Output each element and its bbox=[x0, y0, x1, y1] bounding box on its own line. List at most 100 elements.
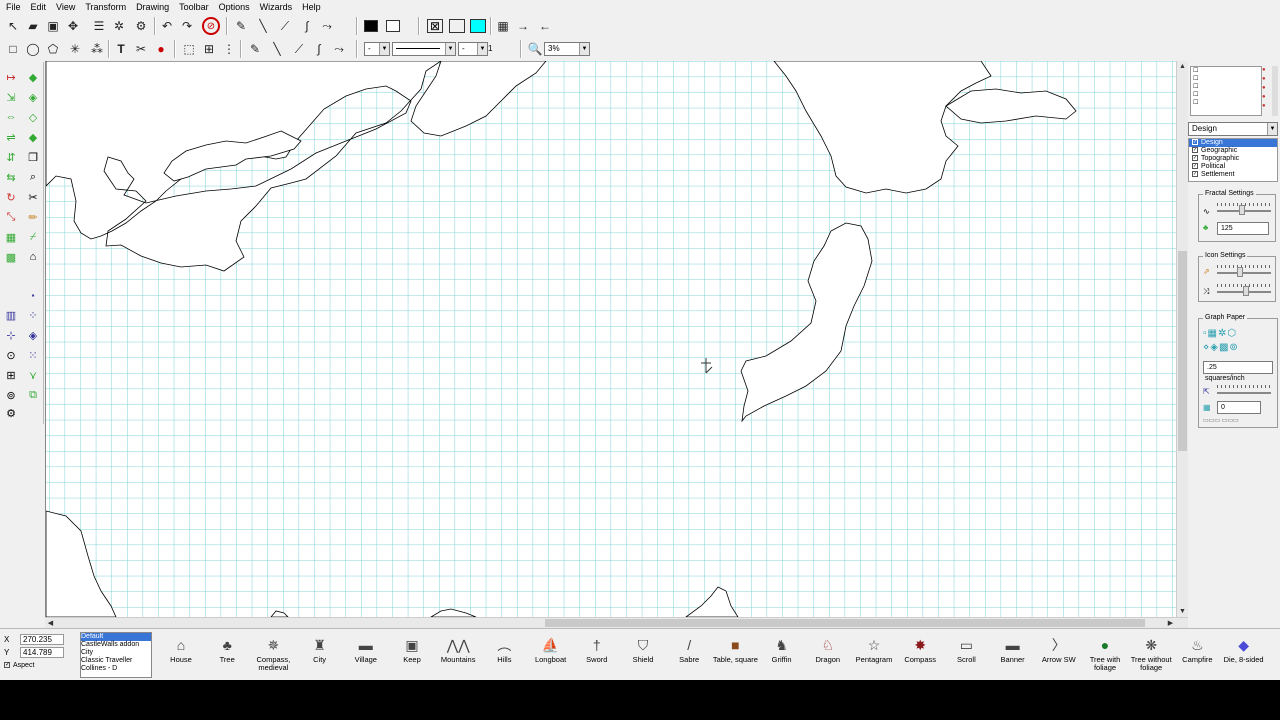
symbol-compass[interactable]: ✸ Compass bbox=[897, 631, 943, 679]
fractal-line-icon[interactable]: ╲ bbox=[268, 40, 286, 58]
redo-icon[interactable]: ↷ bbox=[178, 17, 196, 35]
snap-target-icon[interactable]: ⊙ bbox=[2, 346, 20, 364]
array-icon[interactable]: ▦ bbox=[2, 228, 20, 246]
background-color-swatch[interactable] bbox=[449, 19, 465, 33]
symbol-tree[interactable]: ♣ Tree bbox=[204, 631, 250, 679]
fractal-pen-icon[interactable]: ✎ bbox=[246, 40, 264, 58]
layer-item[interactable]: ✓ Geographic bbox=[1189, 147, 1277, 155]
symbol-mountains[interactable]: ⋀⋀ Mountains bbox=[435, 631, 481, 679]
mirror-icon[interactable]: ⇆ bbox=[2, 168, 20, 186]
join-icon[interactable]: ⇌ bbox=[2, 128, 20, 146]
graph-paper-styles[interactable]: ▫▦✲⬡ ⋄◈▩⊚ bbox=[1203, 327, 1275, 359]
symbol-banner[interactable]: ▬ Banner bbox=[990, 631, 1036, 679]
arrows-out-icon[interactable]: ← bbox=[536, 17, 554, 35]
node-edit-icon[interactable]: ⋮ bbox=[220, 40, 238, 58]
symbol-longboat[interactable]: ⛵ Longboat bbox=[528, 631, 574, 679]
line-tool-icon[interactable]: ╲ bbox=[254, 17, 272, 35]
symbol-sword[interactable]: † Sword bbox=[574, 631, 620, 679]
grid-icon[interactable]: ▩ bbox=[2, 248, 20, 266]
pencil-icon[interactable]: ✏ bbox=[24, 208, 42, 226]
layers-icon[interactable]: ☰ bbox=[90, 17, 108, 35]
fractal-slider-thumb[interactable] bbox=[1239, 205, 1245, 215]
menu-options[interactable]: Options bbox=[213, 0, 254, 14]
save-icon[interactable]: ▣ bbox=[44, 17, 62, 35]
menu-file[interactable]: File bbox=[0, 0, 25, 14]
pan-icon[interactable]: ✥ bbox=[64, 17, 82, 35]
polygon-tool-icon[interactable]: ⬠ bbox=[44, 40, 62, 58]
combine-icon[interactable]: ◆ bbox=[24, 128, 42, 146]
menu-drawing[interactable]: Drawing bbox=[130, 0, 173, 14]
curve-tool-icon[interactable]: ⤳ bbox=[318, 17, 336, 35]
symbol-die[interactable]: ◆ Die, 8-sided bbox=[1221, 631, 1267, 679]
icon-rotate-slider-thumb[interactable] bbox=[1243, 286, 1249, 296]
line-dash-select[interactable]: - ▼ bbox=[458, 42, 488, 56]
fractal-tool-icon[interactable]: ⁂ bbox=[88, 40, 106, 58]
rotate-node-icon[interactable]: ◇ bbox=[24, 108, 42, 126]
circle-tool-icon[interactable]: ◯ bbox=[24, 40, 42, 58]
zoom-select[interactable]: 3% ▼ bbox=[544, 42, 590, 56]
symbol-arrow[interactable]: 〉 Arrow SW bbox=[1036, 631, 1082, 679]
find-icon[interactable]: ⌕ bbox=[24, 168, 42, 186]
snap-node-icon[interactable]: ⁘ bbox=[24, 306, 42, 324]
symbol-city[interactable]: ♜ City bbox=[297, 631, 343, 679]
snap-angle-icon[interactable]: ⋎ bbox=[24, 366, 42, 384]
symbol-compass-medieval[interactable]: ✵ Compass, medieval bbox=[250, 631, 296, 679]
snap-diamond-icon[interactable]: ◈ bbox=[24, 326, 42, 344]
line-style-select[interactable]: - ▼ bbox=[364, 42, 390, 56]
symbol-pentagram[interactable]: ☆ Pentagram bbox=[851, 631, 897, 679]
fractal-path-icon[interactable]: ∫ bbox=[310, 40, 328, 58]
arrows-in-icon[interactable]: → bbox=[514, 17, 532, 35]
catalog-item[interactable]: CastleWalls addon bbox=[81, 641, 151, 649]
symbol-hills[interactable]: ︵ Hills bbox=[481, 631, 527, 679]
menu-help[interactable]: Help bbox=[296, 0, 325, 14]
aspect-checkbox[interactable]: ✓ bbox=[4, 662, 10, 669]
cut-icon[interactable]: ✂ bbox=[24, 188, 42, 206]
snap-pattern-icon[interactable]: ⁙ bbox=[24, 346, 42, 364]
explode-icon[interactable]: ⇵ bbox=[2, 148, 20, 166]
snap-circle-icon[interactable]: ⊚ bbox=[2, 386, 20, 404]
layer-item[interactable]: ✓ Political bbox=[1189, 163, 1277, 171]
rectangle-tool-icon[interactable]: □ bbox=[4, 40, 22, 58]
symbol-table-square[interactable]: ■ Table, square bbox=[712, 631, 758, 679]
fill-color-swatch[interactable] bbox=[364, 20, 378, 32]
star-tool-icon[interactable]: ✳ bbox=[66, 40, 84, 58]
symbol-village[interactable]: ▬ Village bbox=[343, 631, 389, 679]
stretch-icon[interactable]: ⇔ bbox=[2, 108, 20, 126]
catalog-item[interactable]: City bbox=[81, 649, 151, 657]
layer-item[interactable]: ✓ Settlement bbox=[1189, 171, 1277, 179]
scissors-icon[interactable]: ✂ bbox=[132, 40, 150, 58]
trace-tool-icon[interactable]: ↦ bbox=[2, 68, 20, 86]
settings-gear-icon[interactable]: ⚙ bbox=[132, 17, 150, 35]
move-node-icon[interactable]: ⇲ bbox=[2, 88, 20, 106]
snap-point-icon[interactable]: ▪ bbox=[24, 286, 42, 304]
select-pointer-icon[interactable]: ↖ bbox=[4, 17, 22, 35]
pen-tool-icon[interactable]: ✎ bbox=[232, 17, 250, 35]
graph-paper-presets[interactable]: ▭▭▭ ▭▭▭ bbox=[1203, 417, 1275, 425]
fractal-curve-icon[interactable]: ⤳ bbox=[330, 40, 348, 58]
catalog-item[interactable]: Collines - D bbox=[81, 665, 151, 673]
rotate-icon[interactable]: ↻ bbox=[2, 188, 20, 206]
graph-offset-input[interactable]: 0 bbox=[1217, 401, 1261, 414]
symbol-keep[interactable]: ▣ Keep bbox=[389, 631, 435, 679]
line-pattern-select[interactable]: ▼ bbox=[392, 42, 456, 56]
menu-wizards[interactable]: Wizards bbox=[254, 0, 297, 14]
vertical-scroll-thumb[interactable] bbox=[1178, 251, 1187, 451]
symbol-tree-bare[interactable]: ❋ Tree without foliage bbox=[1128, 631, 1174, 679]
horizontal-scroll-thumb[interactable] bbox=[545, 619, 1145, 627]
menu-transform[interactable]: Transform bbox=[79, 0, 130, 14]
layer-select[interactable]: Design ▼ bbox=[1188, 122, 1278, 136]
layer-item[interactable]: ✓ Design bbox=[1189, 139, 1277, 147]
group-icon[interactable]: ⬚ bbox=[180, 40, 198, 58]
symbols-icon[interactable]: ✲ bbox=[110, 17, 128, 35]
point-tool-icon[interactable]: ● bbox=[152, 40, 170, 58]
symbol-house[interactable]: ⌂ House bbox=[158, 631, 204, 679]
menu-view[interactable]: View bbox=[50, 0, 79, 14]
green-node-icon[interactable]: ◆ bbox=[24, 68, 42, 86]
scale-icon[interactable]: ⤡ bbox=[2, 208, 20, 226]
copy-icon[interactable]: ❐ bbox=[24, 148, 42, 166]
fill-style-icon[interactable]: ▦ bbox=[494, 17, 512, 35]
open-folder-icon[interactable]: ▰ bbox=[24, 17, 42, 35]
polyline-tool-icon[interactable]: ⟋ bbox=[276, 17, 294, 35]
scroll-down-icon[interactable]: ▼ bbox=[1177, 606, 1188, 617]
symbol-griffin[interactable]: ♞ Griffin bbox=[759, 631, 805, 679]
